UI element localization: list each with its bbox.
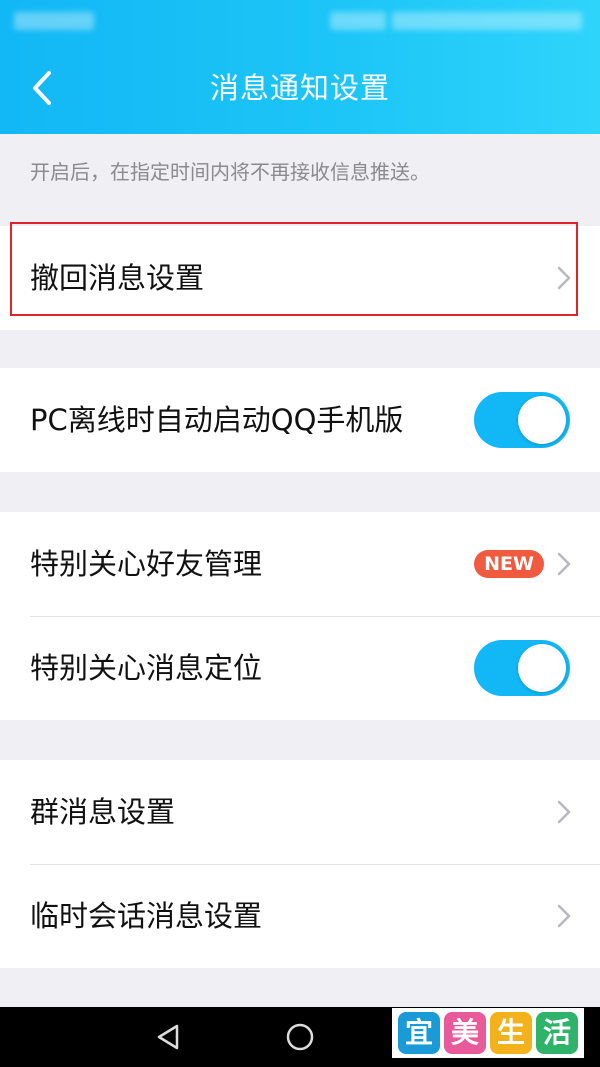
settings-group-special-care: 特别关心好友管理 NEW 特别关心消息定位 <box>0 512 600 720</box>
nav-home-button[interactable] <box>282 1019 318 1055</box>
chevron-right-icon <box>557 904 571 928</box>
chevron-right-icon <box>557 266 571 290</box>
recall-message-settings-row[interactable]: 撤回消息设置 <box>0 226 600 330</box>
title-bar: 消息通知设置 <box>0 0 600 134</box>
status-bar-icons <box>330 12 386 30</box>
toggle-knob <box>518 396 566 444</box>
group-message-settings-row[interactable]: 群消息设置 <box>0 760 600 864</box>
settings-group-pc-offline: PC离线时自动启动QQ手机版 <box>0 368 600 472</box>
row-label: 临时会话消息设置 <box>30 899 263 933</box>
status-bar-left <box>14 12 94 30</box>
chevron-right-icon <box>557 800 571 824</box>
special-care-locate-toggle[interactable] <box>474 640 570 696</box>
row-label: 特别关心消息定位 <box>30 651 263 685</box>
chevron-right-icon <box>557 552 571 576</box>
settings-group-chat: 群消息设置 临时会话消息设置 <box>0 760 600 968</box>
hint-text: 开启后，在指定时间内将不再接收信息推送。 <box>30 160 430 184</box>
watermark-char: 宜 <box>398 1012 440 1054</box>
toggle-knob <box>518 644 566 692</box>
triangle-back-icon <box>157 1024 179 1050</box>
watermark-logo: 宜 美 生 活 <box>392 1008 584 1058</box>
page-title: 消息通知设置 <box>209 71 390 105</box>
row-label: PC离线时自动启动QQ手机版 <box>30 403 404 437</box>
temp-chat-settings-row[interactable]: 临时会话消息设置 <box>0 864 600 968</box>
nav-back-button[interactable] <box>150 1019 186 1055</box>
special-care-locate-row: 特别关心消息定位 <box>0 616 600 720</box>
pc-offline-autostart-toggle[interactable] <box>474 392 570 448</box>
watermark-char: 美 <box>444 1012 486 1054</box>
special-care-friends-row[interactable]: 特别关心好友管理 NEW <box>0 512 600 616</box>
watermark-char: 活 <box>536 1012 578 1054</box>
watermark-char: 生 <box>490 1012 532 1054</box>
row-label: 群消息设置 <box>30 795 176 829</box>
row-label: 特别关心好友管理 <box>30 547 263 581</box>
row-label: 撤回消息设置 <box>30 261 205 295</box>
settings-group-recall: 撤回消息设置 <box>0 226 600 330</box>
status-bar-right <box>392 12 582 30</box>
new-badge: NEW <box>474 550 544 578</box>
pc-offline-autostart-row: PC离线时自动启动QQ手机版 <box>0 368 600 472</box>
circle-home-icon <box>286 1023 314 1051</box>
